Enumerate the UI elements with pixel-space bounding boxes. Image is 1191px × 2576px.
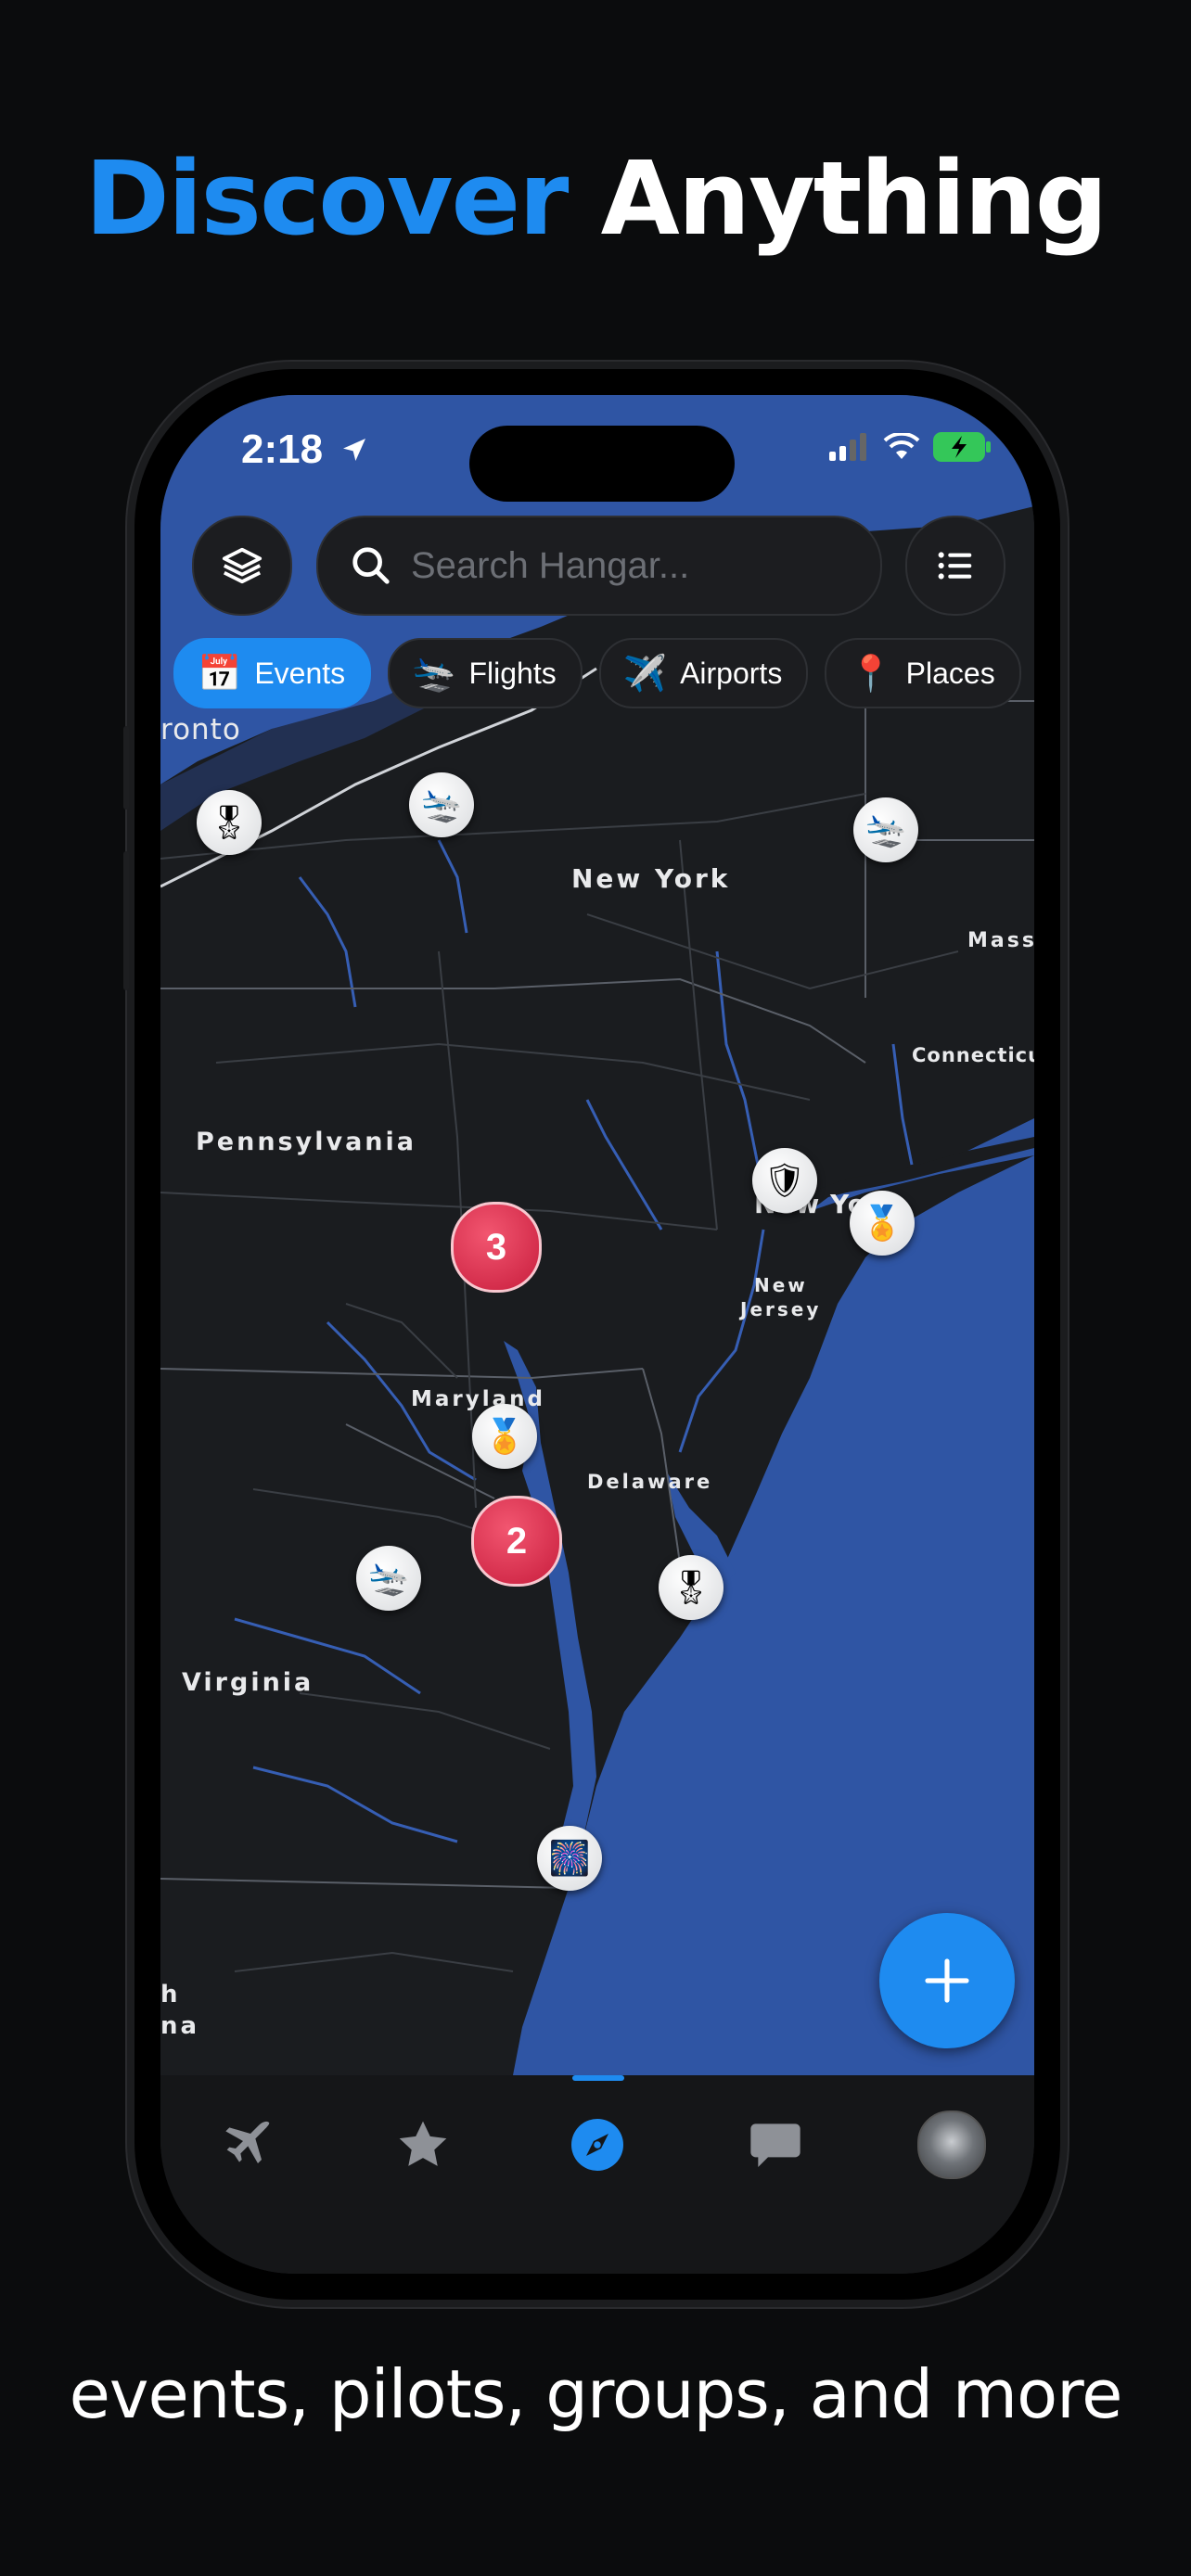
dynamic-island: [469, 426, 735, 502]
cellular-signal-icon: [829, 433, 866, 461]
chip-flights[interactable]: 🛬 Flights: [388, 638, 583, 708]
tab-favorites[interactable]: [381, 2103, 465, 2187]
airplane-landing-icon: 🛬: [412, 652, 456, 694]
map-label-north-carolina-1: h: [160, 1981, 181, 2009]
add-button[interactable]: [879, 1913, 1015, 2048]
flight-pin[interactable]: 🛬: [356, 1546, 421, 1611]
event-pin-gold-medal[interactable]: 🏅: [850, 1191, 915, 1256]
avatar: [917, 2111, 986, 2179]
event-pin-fireworks[interactable]: 🎆: [537, 1826, 602, 1891]
side-button: [123, 726, 129, 810]
chip-label: Events: [254, 656, 346, 690]
chip-label: Flights: [468, 656, 557, 690]
tab-bar: [160, 2075, 1034, 2274]
list-icon: [938, 552, 972, 580]
phone-screen: ronto New York Mass Connecticut Pennsylv…: [160, 395, 1034, 2274]
map-label-new-jersey-line2: Jersey: [740, 1298, 822, 1320]
event-cluster[interactable]: 2: [471, 1496, 562, 1587]
star-icon: [399, 2121, 447, 2166]
chip-places[interactable]: 📍 Places: [825, 638, 1021, 708]
location-arrow-icon: [343, 439, 366, 461]
volume-button: [123, 851, 129, 990]
event-pin-gold-medal[interactable]: 🏅: [472, 1404, 537, 1469]
wifi-icon: [883, 433, 920, 459]
event-cluster[interactable]: 3: [451, 1202, 542, 1293]
map-label-pennsylvania: Pennsylvania: [196, 1128, 416, 1156]
airplane-icon: [225, 2121, 270, 2163]
status-icons: [829, 432, 992, 462]
search-bar[interactable]: [316, 516, 882, 616]
event-pin-shield[interactable]: 🛡: [752, 1148, 817, 1213]
plus-icon: [925, 1958, 969, 2003]
filter-chips: 📅 Events 🛬 Flights ✈️ Airports 📍 Places: [173, 638, 1021, 708]
event-pin-medal[interactable]: 🎖: [659, 1555, 724, 1620]
map-label-delaware: Delaware: [587, 1471, 713, 1493]
list-view-button[interactable]: [905, 516, 1005, 616]
battery-charging-icon: [933, 432, 991, 462]
map-label-north-carolina-2: na: [160, 2012, 200, 2040]
calendar-icon: 📅: [198, 652, 242, 694]
chip-events[interactable]: 📅 Events: [173, 638, 372, 708]
chip-label: Places: [905, 656, 995, 690]
chip-airports[interactable]: ✈️ Airports: [598, 638, 809, 708]
layers-icon: [222, 547, 263, 584]
tab-messages[interactable]: [734, 2103, 817, 2187]
tab-discover[interactable]: [556, 2103, 639, 2187]
map-label-mass: Mass: [967, 929, 1034, 952]
event-pin-medal[interactable]: 🎖: [197, 790, 262, 855]
headline-anything: Anything: [600, 139, 1108, 258]
map-label-new-york: New York: [571, 863, 731, 894]
tab-flights[interactable]: [205, 2103, 288, 2187]
active-tab-indicator: [572, 2075, 624, 2081]
chip-label: Airports: [680, 656, 783, 690]
headline-discover: Discover: [84, 139, 570, 258]
search-input[interactable]: [409, 543, 858, 588]
map-label-maryland: Maryland: [411, 1387, 545, 1411]
map-label-new-jersey-line1: New: [754, 1274, 808, 1296]
status-time-text: 2:18: [241, 427, 324, 472]
flight-pin[interactable]: 🛬: [853, 797, 918, 862]
map-label-virginia: Virginia: [182, 1668, 314, 1697]
map-label-connecticut: Connecticut: [912, 1044, 1034, 1066]
headline: Discover Anything: [0, 139, 1191, 258]
map-layers-button[interactable]: [192, 516, 292, 616]
chat-icon: [750, 2123, 800, 2167]
compass-icon: [571, 2119, 623, 2171]
search-icon: [352, 547, 390, 584]
phone-frame: ronto New York Mass Connecticut Pennsylv…: [123, 369, 1060, 2300]
tab-profile[interactable]: [910, 2103, 993, 2187]
map-label-toronto: ronto: [160, 713, 241, 746]
flight-pin[interactable]: 🛬: [409, 772, 474, 837]
tagline: events, pilots, groups, and more: [69, 2355, 1123, 2433]
status-time: 2:18: [241, 427, 369, 473]
pin-icon: 📍: [849, 652, 893, 694]
airplane-icon: ✈️: [622, 652, 668, 694]
